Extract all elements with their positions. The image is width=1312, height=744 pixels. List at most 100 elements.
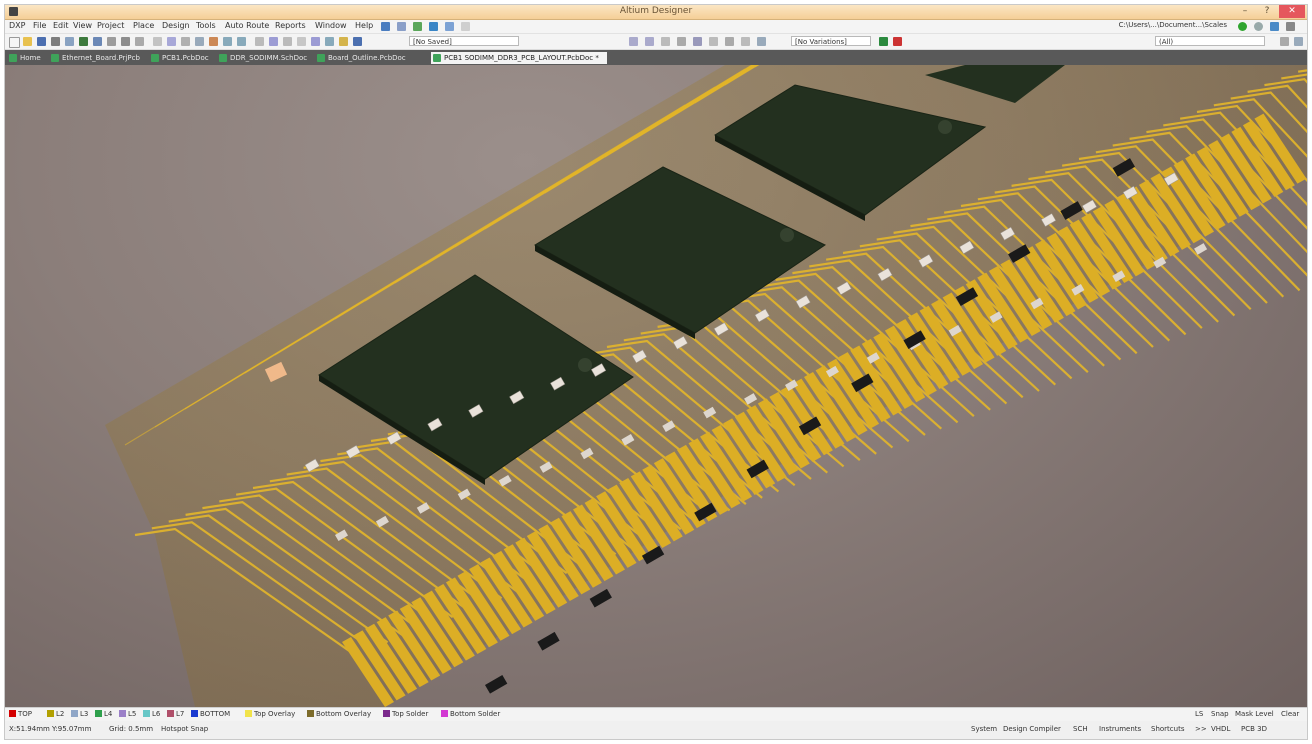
wire-tool-icon[interactable] — [381, 22, 390, 31]
layer-tab-bottom[interactable]: BOTTOM — [191, 710, 230, 719]
grid-tool-icon[interactable] — [461, 22, 470, 31]
panel-instruments[interactable]: Instruments — [1099, 725, 1141, 733]
variant-combo[interactable]: [No Saved] — [409, 36, 519, 46]
deselect-icon[interactable] — [181, 37, 190, 46]
fill-icon[interactable] — [661, 37, 670, 46]
zoom-filter-combo[interactable]: (All) — [1155, 36, 1265, 46]
variation-combo[interactable]: [No Variations] — [791, 36, 871, 46]
clear-button[interactable]: Clear — [1281, 710, 1299, 719]
clear-filter-icon[interactable] — [195, 37, 204, 46]
menu-dxp[interactable]: DXP — [9, 21, 25, 30]
menu-edit[interactable]: Edit — [53, 21, 69, 30]
panel-more[interactable]: >> — [1195, 725, 1207, 733]
layer-tab-l4[interactable]: L4 — [95, 710, 112, 719]
polygon-icon[interactable] — [709, 37, 718, 46]
menu-window[interactable]: Window — [315, 21, 347, 30]
place-icon[interactable] — [325, 37, 334, 46]
cross-probe-icon[interactable] — [209, 37, 218, 46]
panel-vhdl[interactable]: VHDL — [1211, 725, 1230, 733]
menu-reports[interactable]: Reports — [275, 21, 306, 30]
pcb-3d-viewport[interactable] — [5, 65, 1307, 707]
layer-tab-l6[interactable]: L6 — [143, 710, 160, 719]
paste-icon[interactable] — [121, 37, 130, 46]
move-icon[interactable] — [167, 37, 176, 46]
tab-pcb1[interactable]: PCB1.PcbDoc — [149, 52, 215, 64]
drc-icon[interactable] — [893, 37, 902, 46]
maximize-button[interactable]: ? — [1257, 5, 1277, 18]
open-icon[interactable] — [23, 37, 32, 46]
settings-icon[interactable] — [1286, 22, 1295, 31]
tab-home[interactable]: Home — [7, 52, 47, 64]
arc-icon[interactable] — [677, 37, 686, 46]
layer-tab-top-overlay[interactable]: Top Overlay — [245, 710, 295, 719]
panel-sch[interactable]: SCH — [1073, 725, 1088, 733]
panel-pcb-3d[interactable]: PCB 3D — [1241, 725, 1267, 733]
layer-tab-bottom-overlay[interactable]: Bottom Overlay — [307, 710, 371, 719]
pencil-icon[interactable] — [339, 37, 348, 46]
menu-file[interactable]: File — [33, 21, 46, 30]
menu-help[interactable]: Help — [355, 21, 373, 30]
layer-tab-l7[interactable]: L7 — [167, 710, 184, 719]
dimension-icon[interactable] — [757, 37, 766, 46]
net-tool-icon[interactable] — [397, 22, 406, 31]
select-tool-icon[interactable] — [445, 22, 454, 31]
component-tool-icon[interactable] — [413, 22, 422, 31]
forward-icon[interactable] — [1254, 22, 1263, 31]
smd-ic — [537, 631, 560, 651]
component-icon[interactable] — [297, 37, 306, 46]
copy-icon[interactable] — [107, 37, 116, 46]
print-icon[interactable] — [51, 37, 60, 46]
menu-place[interactable]: Place — [133, 21, 154, 30]
layer-tab-l2[interactable]: L2 — [47, 710, 64, 719]
align-tool-icon[interactable] — [429, 22, 438, 31]
mask-level-button[interactable]: Mask Level — [1235, 710, 1274, 719]
save-icon[interactable] — [37, 37, 46, 46]
layer-tab-bottom-solder[interactable]: Bottom Solder — [441, 710, 500, 719]
minimize-button[interactable]: – — [1235, 5, 1255, 18]
tab-active-pcb[interactable]: PCB1 SODIMM_DDR3_PCB_LAYOUT.PcbDoc * — [431, 52, 607, 64]
diff-pair-icon[interactable] — [645, 37, 654, 46]
select-area-icon[interactable] — [153, 37, 162, 46]
layer-swatch — [191, 710, 198, 717]
via-icon[interactable] — [693, 37, 702, 46]
snap-toggle[interactable]: Snap — [1211, 710, 1229, 719]
panel-shortcuts[interactable]: Shortcuts — [1151, 725, 1184, 733]
layer-tab-l3[interactable]: L3 — [71, 710, 88, 719]
layer-tab-top[interactable]: TOP — [9, 710, 32, 719]
back-icon[interactable] — [1238, 22, 1247, 31]
tab-project[interactable]: Ethernet_Board.PrjPcb — [49, 52, 147, 64]
pin-icon[interactable] — [283, 37, 292, 46]
string-icon[interactable] — [741, 37, 750, 46]
tab-schematic[interactable]: DDR_SODIMM.SchDoc — [217, 52, 313, 64]
redo-icon[interactable] — [237, 37, 246, 46]
layer-tab-top-solder[interactable]: Top Solder — [383, 710, 428, 719]
menu-design[interactable]: Design — [162, 21, 190, 30]
close-button[interactable]: ✕ — [1279, 5, 1305, 18]
panel-system[interactable]: System — [971, 725, 997, 733]
browse-icon[interactable] — [269, 37, 278, 46]
zoom-fit-icon[interactable] — [79, 37, 88, 46]
ls-toggle[interactable]: LS — [1195, 710, 1203, 719]
filter-icon[interactable] — [1280, 37, 1289, 46]
hierarchy-icon[interactable] — [255, 37, 264, 46]
zoom-icon[interactable] — [65, 37, 74, 46]
clear-icon[interactable] — [1294, 37, 1303, 46]
tab-outline[interactable]: Board_Outline.PcbDoc — [315, 52, 429, 64]
menu-view[interactable]: View — [73, 21, 92, 30]
region-icon[interactable] — [725, 37, 734, 46]
undo-icon[interactable] — [223, 37, 232, 46]
menu-project[interactable]: Project — [97, 21, 124, 30]
window-title: Altium Designer — [619, 6, 693, 16]
panel-design-compiler[interactable]: Design Compiler — [1003, 725, 1061, 733]
cut-icon[interactable] — [93, 37, 102, 46]
layer-tab-l5[interactable]: L5 — [119, 710, 136, 719]
layer-set-icon[interactable] — [879, 37, 888, 46]
interactive-route-icon[interactable] — [629, 37, 638, 46]
rubber-stamp-icon[interactable] — [135, 37, 144, 46]
route-icon[interactable] — [311, 37, 320, 46]
menu-auto-route[interactable]: Auto Route — [225, 21, 269, 30]
menu-tools[interactable]: Tools — [196, 21, 216, 30]
library-icon[interactable] — [353, 37, 362, 46]
home-icon[interactable] — [1270, 22, 1279, 31]
new-icon[interactable] — [9, 37, 20, 48]
